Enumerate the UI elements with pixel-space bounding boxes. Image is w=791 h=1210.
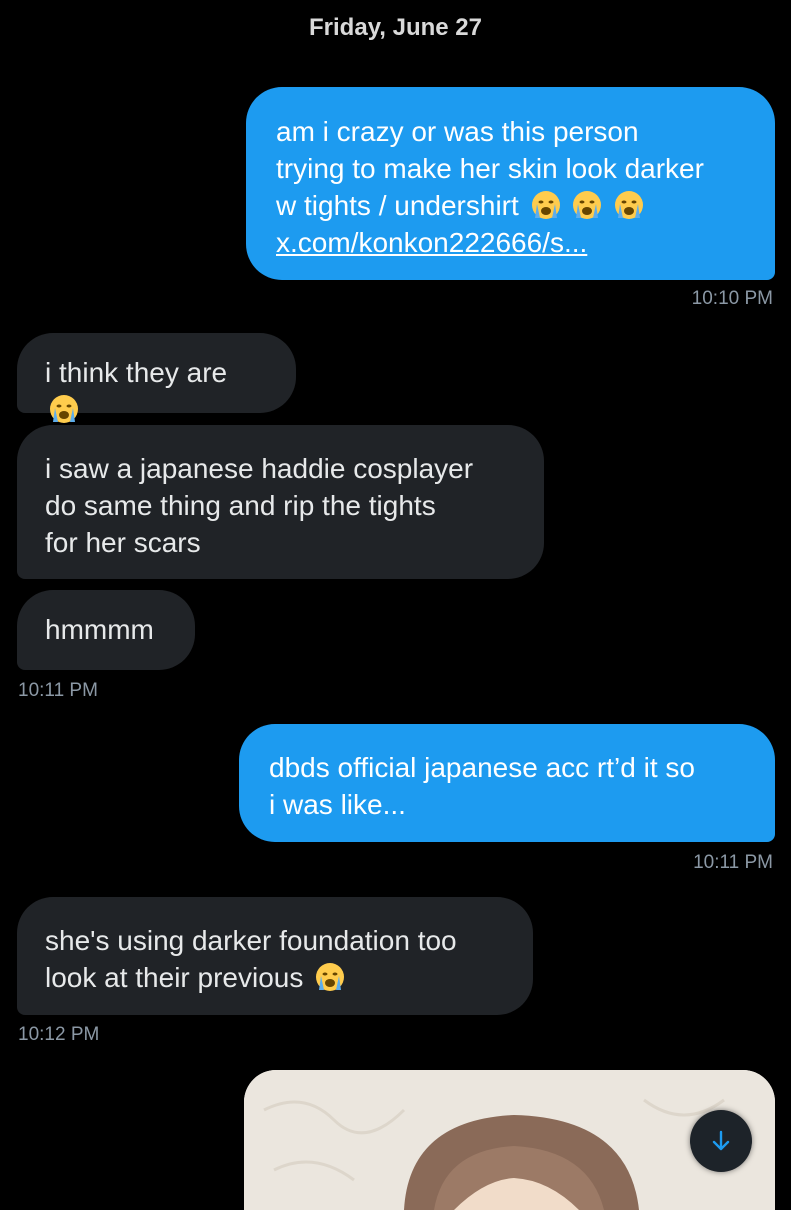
loudly-crying-face-icon [50,395,78,423]
message-timestamp: 10:11 PM [693,852,773,873]
message-timestamp: 10:10 PM [691,288,773,309]
message-link[interactable]: x.com/konkon222666/s... [276,224,745,261]
scroll-to-bottom-button[interactable] [690,1110,752,1172]
date-header: Friday, June 27 [309,14,482,41]
arrow-down-icon [712,1130,730,1151]
loudly-crying-face-icon [531,191,560,219]
message-text-line: i think they are [45,357,228,388]
message-bubble-outgoing[interactable]: am i crazy or was this person trying to … [246,87,775,280]
message-bubble-incoming[interactable]: i think they are [17,333,296,423]
message-text-line: trying to make her skin look darker [276,153,704,184]
message-text-line: am i crazy or was this person [276,116,639,147]
message-text-line: dbds official japanese acc rt’d it so [269,752,695,783]
message-text-line: she's using darker foundation too [45,925,457,956]
message-text-line: look at their previous [45,962,304,993]
message-bubble-incoming[interactable]: hmmmm [17,590,195,670]
message-text-line: w tights / undershirt [276,190,519,221]
message-text-line: for her scars [45,527,201,558]
message-bubble-incoming[interactable]: she's using darker foundation too look a… [17,897,533,1015]
message-text-line: i was like... [269,789,406,820]
loudly-crying-face-icon [316,963,345,991]
message-text-line: hmmmm [45,614,154,645]
message-timestamp: 10:11 PM [18,680,98,701]
message-timestamp: 10:12 PM [18,1024,100,1045]
loudly-crying-face-icon [615,191,644,219]
message-text-line: do same thing and rip the tights [45,490,436,521]
message-bubble-outgoing[interactable]: dbds official japanese acc rt’d it so i … [239,724,775,842]
message-bubble-incoming[interactable]: i saw a japanese haddie cosplayer do sam… [17,425,544,579]
message-text-line: i saw a japanese haddie cosplayer [45,453,474,484]
loudly-crying-face-icon [573,191,602,219]
